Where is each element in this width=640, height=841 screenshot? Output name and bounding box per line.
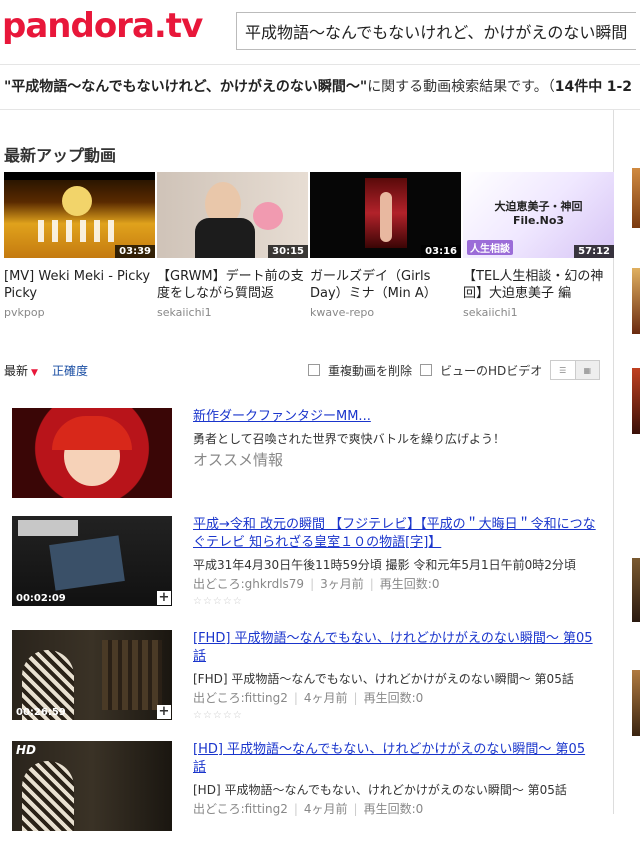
caret-down-icon: ▼ [31, 368, 38, 378]
thumb-caption: 大迫恵美子・神回 [494, 200, 583, 213]
duration-label: 00:02:09 [16, 593, 66, 604]
video-title[interactable]: 【GRWM】デート前の支度をしながら質問返 [157, 268, 308, 302]
video-thumbnail[interactable]: 大迫恵美子・神回 File.No3 人生相談 57:12 [463, 172, 614, 258]
result-meta: 出どころ:fitting2 | 4ヶ月前 | 再生回数:0 [193, 691, 424, 705]
hd-checkbox[interactable] [420, 364, 432, 376]
add-icon[interactable]: + [157, 591, 171, 605]
header: pandora.tv [0, 0, 640, 62]
result-source[interactable]: 出どころ:ghkrdls79 [193, 577, 304, 591]
result-summary: "平成物語～なんでもないけれど、かけがえのない瞬間～"に関する動画検索結果です。… [0, 64, 640, 110]
result-description: [FHD] 平成物語～なんでもない、けれどかけがえのない瞬間～ 第05話 [193, 672, 574, 686]
result-count: 14件中 [554, 79, 603, 95]
video-thumbnail[interactable]: 03:16 [310, 172, 461, 258]
sponsored-label: オススメ情報 [193, 451, 284, 469]
sort-latest[interactable]: 最新 ▼ [4, 362, 38, 379]
result-info: 平成→令和 改元の瞬間 【フジテレビ】【平成の＂大晦日＂令和につなぐテレビ 知ら… [193, 516, 598, 607]
sort-bar: 最新 ▼ 正確度 重複動画を削除 ビューのHDビデオ ☰ ▦ [4, 360, 604, 382]
result-item[interactable]: 00:02:09 + 平成→令和 改元の瞬間 【フジテレビ】【平成の＂大晦日＂令… [12, 516, 602, 616]
result-info: [HD] 平成物語～なんでもない、けれどかけがえのない瞬間～ 第05話 [HD]… [193, 741, 598, 817]
video-user[interactable]: sekaiichi1 [463, 306, 614, 319]
dedupe-checkbox[interactable] [308, 364, 320, 376]
result-description: [HD] 平成物語～なんでもない、けれどかけがえのない瞬間～ 第05話 [193, 783, 567, 797]
sort-accuracy[interactable]: 正確度 [52, 362, 88, 379]
duration-label: 00:26:59 [16, 707, 66, 718]
dedupe-option[interactable]: 重複動画を削除 [308, 362, 412, 379]
duration-label: 30:15 [268, 245, 308, 258]
video-user[interactable]: kwave-repo [310, 306, 461, 319]
sidebar-thumb[interactable] [632, 268, 640, 334]
video-thumbnail[interactable]: 30:15 [157, 172, 308, 258]
result-meta: 出どころ:ghkrdls79 | 3ヶ月前 | 再生回数:0 [193, 577, 440, 591]
view-toggle[interactable]: ☰ ▦ [550, 360, 600, 380]
hd-badge: HD [16, 743, 37, 757]
video-title[interactable]: [MV] Weki Meki - Picky Picky [4, 268, 155, 302]
sort-latest-label: 最新 [4, 364, 29, 378]
right-sidebar [632, 110, 640, 814]
sidebar-thumb[interactable] [632, 558, 640, 622]
result-item[interactable]: 00:26:59 + [FHD] 平成物語～なんでもない、けれどかけがえのない瞬… [12, 630, 602, 730]
video-title[interactable]: 【TEL人生相談・幻の神回】大迫恵美子 編 [463, 268, 614, 302]
sidebar-thumb[interactable] [632, 368, 640, 434]
result-item[interactable]: 新作ダークファンタジーMM... 勇者として召喚された世界で爽快バトルを繰り広げ… [12, 408, 602, 508]
duration-label: 03:39 [115, 245, 155, 258]
search-box[interactable] [236, 12, 636, 50]
result-description: 平成31年4月30日午後11時59分頃 撮影 令和元年5月1日午前0時2分頃 [193, 558, 576, 572]
list-view-icon[interactable]: ☰ [551, 361, 575, 379]
add-icon[interactable]: + [157, 705, 171, 719]
video-thumbnail[interactable]: HD [12, 741, 172, 831]
video-user[interactable]: sekaiichi1 [157, 306, 308, 319]
result-item[interactable]: HD [HD] 平成物語～なんでもない、けれどかけがえのない瞬間～ 第05話 [… [12, 741, 602, 841]
hd-option[interactable]: ビューのHDビデオ [420, 362, 542, 379]
result-meta: 出どころ:fitting2 | 4ヶ月前 | 再生回数:0 [193, 802, 424, 816]
latest-card[interactable]: 30:15 【GRWM】デート前の支度をしながら質問返 sekaiichi1 [157, 172, 308, 319]
thumb-caption: File.No3 [512, 214, 565, 227]
result-title-link[interactable]: [FHD] 平成物語～なんでもない、けれどかけがえのない瞬間～ 第05話 [193, 630, 598, 666]
result-title-link[interactable]: [HD] 平成物語～なんでもない、けれどかけがえのない瞬間～ 第05話 [193, 741, 598, 777]
video-thumbnail[interactable]: 00:02:09 + [12, 516, 172, 606]
video-user[interactable]: pvkpop [4, 306, 155, 319]
latest-card[interactable]: 03:16 ガールズデイ（Girls Day）ミナ（Min A） kwave-r… [310, 172, 461, 319]
video-thumbnail[interactable]: 00:26:59 + [12, 630, 172, 720]
result-suffix: に関する動画検索結果です。（ [367, 79, 555, 95]
duration-label: 57:12 [574, 245, 614, 258]
result-range: 1-2 [606, 79, 633, 95]
search-input[interactable] [237, 13, 636, 49]
sidebar-thumb[interactable] [632, 168, 640, 228]
latest-card[interactable]: 大迫恵美子・神回 File.No3 人生相談 57:12 【TEL人生相談・幻の… [463, 172, 614, 319]
dedupe-label: 重複動画を削除 [328, 364, 413, 378]
result-description: 勇者として召喚された世界で爽快バトルを繰り広げよう！ [193, 432, 506, 446]
site-logo[interactable]: pandora.tv [2, 6, 203, 46]
video-thumbnail[interactable]: 03:39 [4, 172, 155, 258]
result-info: 新作ダークファンタジーMM... 勇者として召喚された世界で爽快バトルを繰り広げ… [193, 408, 598, 470]
result-query: "平成物語～なんでもないけれど、かけがえのない瞬間～" [4, 79, 368, 95]
result-title-link[interactable]: 平成→令和 改元の瞬間 【フジテレビ】【平成の＂大晦日＂令和につなぐテレビ 知ら… [193, 516, 598, 552]
video-thumbnail[interactable] [12, 408, 172, 498]
duration-label: 03:16 [421, 245, 461, 258]
sidebar-thumb[interactable] [632, 670, 640, 736]
thumb-badge: 人生相談 [467, 240, 513, 255]
result-age: 4ヶ月前 [303, 691, 348, 705]
detail-view-icon[interactable]: ▦ [574, 361, 599, 379]
result-views: 再生回数:0 [363, 691, 424, 705]
video-title[interactable]: ガールズデイ（Girls Day）ミナ（Min A） [310, 268, 461, 302]
rating-stars-icon: ☆☆☆☆☆ [193, 596, 243, 607]
result-info: [FHD] 平成物語～なんでもない、けれどかけがえのない瞬間～ 第05話 [FH… [193, 630, 598, 721]
latest-section-title: 最新アップ動画 [4, 146, 117, 165]
hd-label: ビューのHDビデオ [440, 364, 543, 378]
result-views: 再生回数:0 [379, 577, 440, 591]
result-source[interactable]: 出どころ:fitting2 [193, 691, 288, 705]
latest-card[interactable]: 03:39 [MV] Weki Meki - Picky Picky pvkpo… [4, 172, 155, 319]
result-title-link[interactable]: 新作ダークファンタジーMM... [193, 408, 598, 426]
rating-stars-icon: ☆☆☆☆☆ [193, 710, 243, 721]
latest-videos: 03:39 [MV] Weki Meki - Picky Picky pvkpo… [4, 172, 614, 322]
result-age: 3ヶ月前 [320, 577, 364, 591]
